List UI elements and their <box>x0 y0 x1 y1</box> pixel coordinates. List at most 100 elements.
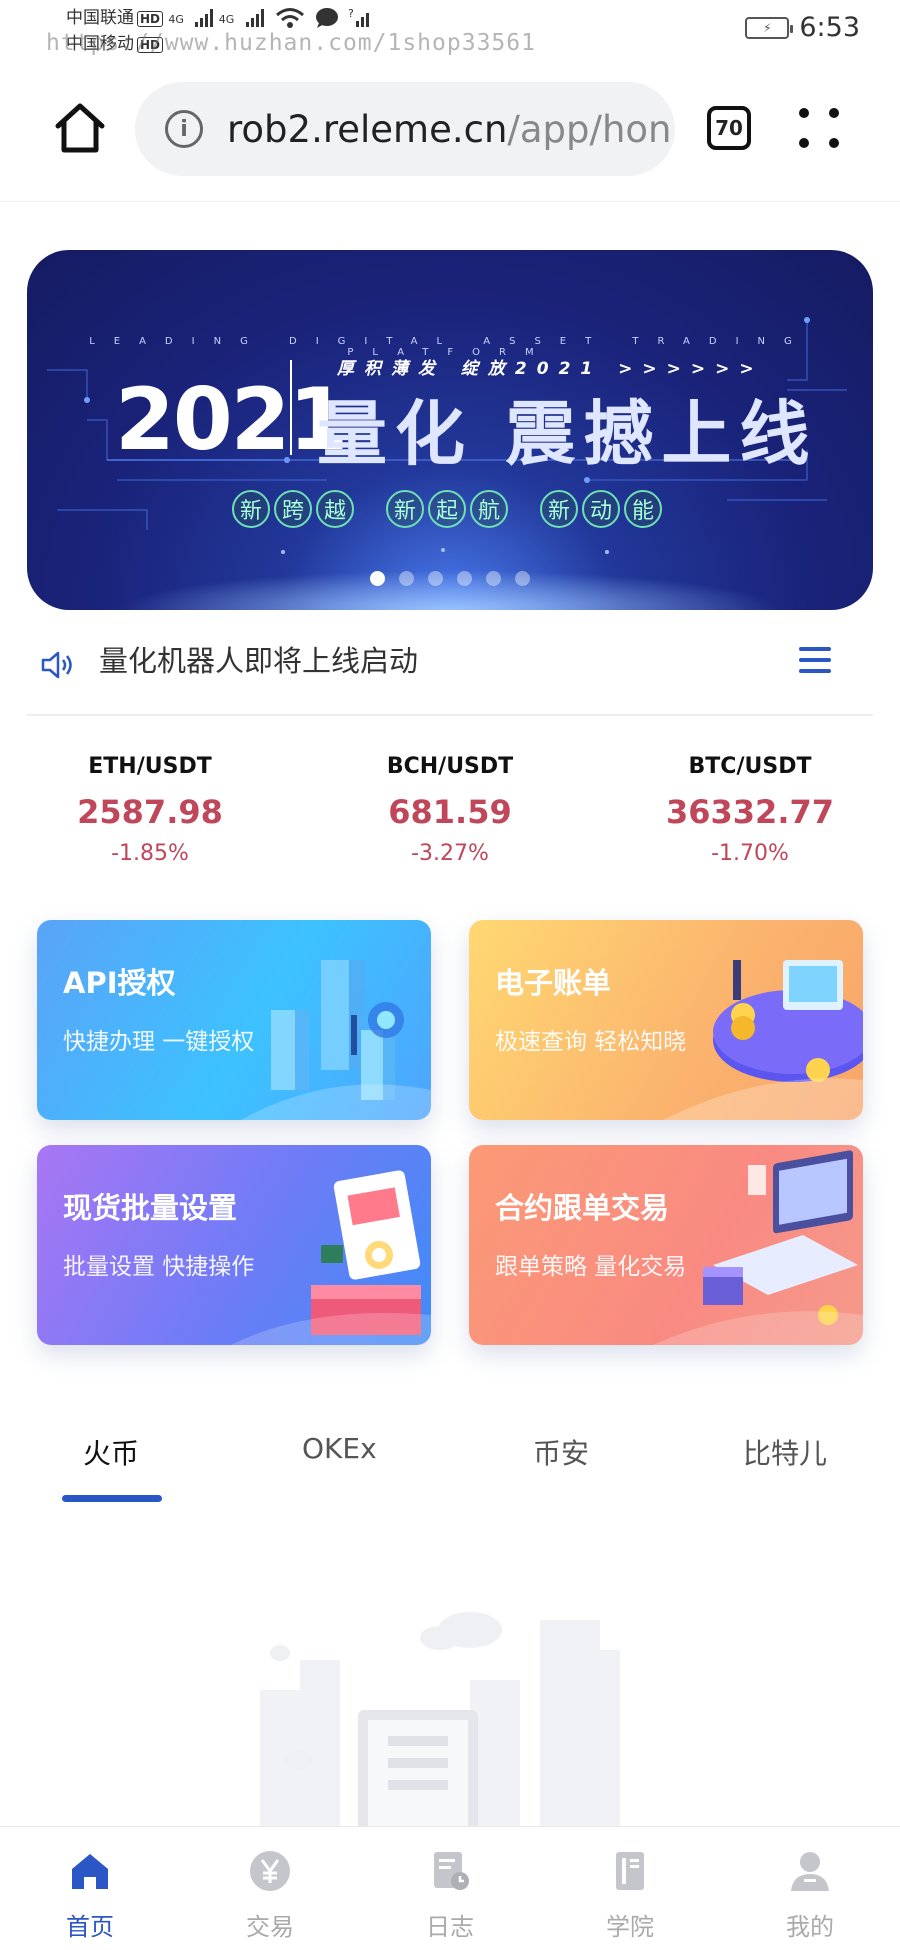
card-title: 合约跟单交易 <box>495 1191 670 1225</box>
carousel-dot[interactable] <box>399 571 414 586</box>
tab-binance[interactable]: 币安 <box>533 1432 589 1472</box>
tag-char: 越 <box>316 490 354 528</box>
carousel-dot[interactable] <box>457 571 472 586</box>
browser-home-icon[interactable] <box>52 100 108 156</box>
carousel-dot[interactable] <box>428 571 443 586</box>
tag-char: 跨 <box>274 490 312 528</box>
card-subtitle: 极速查询 轻松知晓 <box>495 1029 687 1055</box>
list-menu-icon[interactable] <box>799 647 831 673</box>
nav-academy[interactable]: 学院 <box>540 1827 720 1950</box>
network-type: 4G <box>168 13 184 26</box>
ticker-eth[interactable]: ETH/USDT 2587.98 -1.85% <box>0 740 300 866</box>
nav-label: 交易 <box>246 1913 294 1941</box>
wifi-icon <box>276 8 305 28</box>
ticker-change: -3.27% <box>411 841 489 866</box>
speaker-icon <box>41 651 72 679</box>
bill-illustration-icon <box>663 960 863 1120</box>
tag-char: 新 <box>386 490 424 528</box>
card-title: API授权 <box>63 966 176 1000</box>
market-tickers: ETH/USDT 2587.98 -1.85% BCH/USDT 681.59 … <box>0 740 900 890</box>
nav-label: 首页 <box>66 1913 114 1941</box>
info-icon[interactable]: i <box>165 110 203 148</box>
user-icon <box>791 1852 829 1891</box>
url-domain: rob2.releme.cn <box>227 107 508 151</box>
tag-char: 航 <box>470 490 508 528</box>
tab-gateio[interactable]: 比特儿 <box>743 1432 827 1472</box>
nav-profile[interactable]: 我的 <box>720 1827 900 1950</box>
card-subtitle: 批量设置 快捷操作 <box>63 1254 255 1280</box>
signal-icon-2 <box>245 9 264 27</box>
card-subtitle: 跟单策略 量化交易 <box>495 1254 687 1280</box>
carrier-1: 中国联通 <box>66 8 134 28</box>
browser-menu-icon[interactable] <box>797 106 841 150</box>
empty-state-illustration <box>260 1612 620 1830</box>
home-icon <box>72 1854 108 1889</box>
carousel-dot[interactable] <box>486 571 501 586</box>
status-right: ⚡ 6:53 <box>745 12 860 43</box>
laptop-illustration-icon <box>653 1150 863 1345</box>
nav-label: 我的 <box>786 1913 834 1941</box>
url-path: /app/hon <box>507 107 672 151</box>
browser-toolbar: i rob2.releme.cn/app/hon 70 <box>0 62 900 202</box>
ticker-change: -1.70% <box>711 841 789 866</box>
card-subtitle: 快捷办理 一键授权 <box>63 1029 255 1055</box>
card-title: 电子账单 <box>495 966 612 1000</box>
tag-char: 新 <box>540 490 578 528</box>
book-icon <box>616 1852 644 1890</box>
yuan-coin-icon <box>250 1851 290 1891</box>
svg-text:?: ? <box>348 7 354 20</box>
ticker-pair: BCH/USDT <box>386 754 514 779</box>
nav-log[interactable]: 日志 <box>360 1827 540 1950</box>
ticker-pair: ETH/USDT <box>88 754 212 779</box>
url-text[interactable]: rob2.releme.cn/app/hon <box>227 108 672 151</box>
banner-title: 量化 震撼上线 <box>317 393 818 475</box>
chart-board-illustration-icon <box>231 1170 431 1345</box>
banner-tags: 新跨越 新起航 新动能 <box>232 490 662 528</box>
card-e-bill[interactable]: 电子账单 极速查询 轻松知晓 <box>469 920 863 1120</box>
ticker-price: 681.59 <box>388 793 512 831</box>
banner-tag-1: 新跨越 <box>232 490 354 528</box>
nav-home[interactable]: 首页 <box>0 1827 180 1950</box>
card-contract-follow[interactable]: 合约跟单交易 跟单策略 量化交易 <box>469 1145 863 1345</box>
server-illustration-icon <box>241 960 431 1120</box>
nav-trade[interactable]: 交易 <box>180 1827 360 1950</box>
active-tab-indicator <box>62 1495 162 1502</box>
banner-tag-3: 新动能 <box>540 490 662 528</box>
address-bar[interactable]: i rob2.releme.cn/app/hon <box>135 82 675 176</box>
tab-huobi[interactable]: 火币 <box>83 1432 139 1472</box>
exchange-tabs: 火币 OKEx 币安 比特儿 <box>0 1420 900 1510</box>
ticker-price: 36332.77 <box>665 793 834 831</box>
nav-label: 学院 <box>606 1913 654 1941</box>
banner-year: 2021 <box>115 370 348 470</box>
ticker-bch[interactable]: BCH/USDT 681.59 -3.27% <box>300 740 600 866</box>
promo-banner[interactable]: LEADING DIGITAL ASSET TRADING PLATFORM 厚… <box>27 250 873 610</box>
notice-bar[interactable]: 量化机器人即将上线启动 <box>27 620 873 716</box>
battery-icon: ⚡ <box>745 16 794 39</box>
ticker-btc[interactable]: BTC/USDT 36332.77 -1.70% <box>600 740 900 866</box>
tag-char: 新 <box>232 490 270 528</box>
notice-text: 量化机器人即将上线启动 <box>99 644 419 678</box>
watermark-text: https://www.huzhan.com/1shop33561 <box>46 30 536 56</box>
signal-icon <box>195 9 214 27</box>
card-spot-batch[interactable]: 现货批量设置 批量设置 快捷操作 <box>37 1145 431 1345</box>
ticker-pair: BTC/USDT <box>688 754 812 779</box>
banner-tag-2: 新起航 <box>386 490 508 528</box>
carousel-dot[interactable] <box>515 571 530 586</box>
banner-subline: 厚积薄发 绽放2021 >>>>>> <box>337 359 764 379</box>
hd-badge: HD <box>137 11 164 27</box>
tag-char: 起 <box>428 490 466 528</box>
log-icon <box>434 1852 469 1890</box>
bottom-navigation: 首页 交易 日志 学院 我的 <box>0 1826 900 1950</box>
carousel-dot[interactable] <box>370 571 385 586</box>
tab-okex[interactable]: OKEx <box>302 1432 377 1465</box>
status-bar: 中国联通 HD 4G 4G ? 中国移动 HD https://www.huzhan… <box>0 0 900 62</box>
tab-count-button[interactable]: 70 <box>707 106 751 150</box>
nav-label: 日志 <box>426 1913 474 1941</box>
signal-question-icon: ? <box>348 7 369 27</box>
clock: 6:53 <box>799 12 860 43</box>
card-title: 现货批量设置 <box>63 1191 238 1225</box>
card-api-auth[interactable]: API授权 快捷办理 一键授权 <box>37 920 431 1120</box>
tag-char: 能 <box>624 490 662 528</box>
ticker-change: -1.85% <box>111 841 189 866</box>
message-icon <box>315 8 338 28</box>
